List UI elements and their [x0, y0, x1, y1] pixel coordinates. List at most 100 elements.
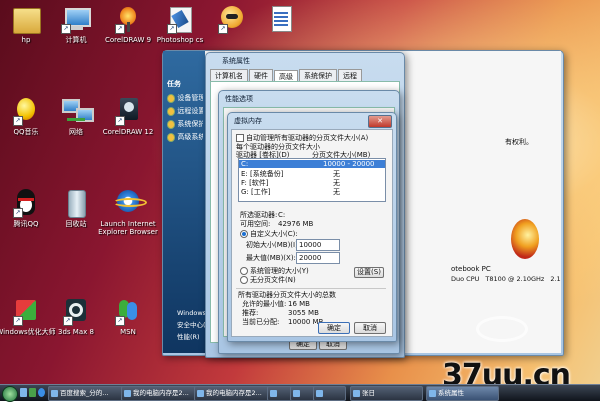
taskbar-item-active[interactable]: 系统属性 [426, 386, 499, 401]
free-space-label: 可用空间: [240, 220, 271, 228]
free-space-row: 可用空间: 42976 MB [240, 219, 313, 229]
computer-icon: ↗ [59, 4, 93, 34]
taskbar-item[interactable]: 我的电脑内存是2... [121, 386, 204, 401]
desktop-icon-internet-explorer[interactable]: Launch Internet Explorer Browser [98, 188, 158, 236]
taskbar-item-label: 我的电脑内存是2... [206, 389, 262, 397]
internet-explorer-icon[interactable] [38, 388, 45, 397]
taskbar: 百度搜索_分的... 我的电脑内存是2... 我的电脑内存是2... 张日 系统… [0, 384, 600, 402]
drive-name: G: [工作] [241, 188, 271, 196]
vm-cancel-button[interactable]: 取消 [354, 322, 386, 334]
vm-body: 自动管理所有驱动器的分页文件大小(A) 每个驱动器的分页文件大小 驱动器 [卷标… [231, 129, 393, 337]
shield-icon [167, 132, 176, 142]
cpu-label: Duo CPU [451, 275, 480, 283]
taskbar-item-label: 我的电脑内存是2... [133, 389, 189, 397]
min-allowed-value: 16 MB [288, 300, 310, 308]
sidebar-link-security-center[interactable]: 安全中心(S) [177, 319, 205, 329]
word-document-icon [263, 4, 297, 34]
initial-size-label: 初始大小(MB)(I): [246, 241, 301, 249]
max-size-input[interactable]: 20000 [296, 252, 340, 264]
drive-name: C: [241, 160, 249, 168]
taskbar-item-label: 系统属性 [438, 389, 464, 397]
sidebar-link-performance[interactable]: 性能(R) [177, 331, 205, 341]
vm-ok-button[interactable]: 确定 [318, 322, 350, 334]
app-icon [293, 390, 300, 397]
desktop-icon-coreldraw9[interactable]: ↗ CorelDRAW 9 [98, 4, 158, 44]
no-paging-option[interactable]: 无分页文件(N) [240, 275, 296, 285]
msn-icon: ↗ [111, 296, 145, 326]
no-paging-radio[interactable] [240, 276, 248, 284]
cpu-model: T8100 @ 2.10GHz [485, 275, 545, 283]
qq-music-icon: ↗ [9, 96, 43, 126]
custom-size-radio[interactable] [240, 230, 248, 238]
system-managed-radio[interactable] [240, 267, 248, 275]
sidebar-link-advanced[interactable]: 高级系统设置 [167, 132, 203, 142]
taskbar-item[interactable]: 张日 [350, 386, 423, 401]
desktop-icon-label: Launch Internet Explorer Browser [98, 220, 158, 236]
task-sidebar: 任务 设备管理器 远程设置 系统保护 高级系统设置 Windows Update… [163, 51, 205, 353]
close-icon[interactable]: ✕ [368, 115, 392, 128]
quick-launch [20, 388, 46, 398]
windows-logo-icon [505, 219, 563, 263]
drive-row[interactable]: F: [软件] 无 [239, 178, 385, 187]
coreldraw-icon: ↗ [111, 4, 145, 34]
auto-manage-checkbox[interactable] [236, 134, 244, 142]
desktop-icon-coreldraw12[interactable]: ↗ CorelDRAW 12 [98, 96, 158, 136]
sidebar-link-device-manager[interactable]: 设备管理器 [167, 93, 203, 103]
desktop-icon-computer[interactable]: ↗ 计算机 [46, 4, 106, 44]
desktop-icon-msn[interactable]: ↗ MSN [98, 296, 158, 336]
copyright-text: 有权利。 [505, 138, 533, 146]
windows-optimizer-icon: ↗ [9, 296, 43, 326]
custom-size-option[interactable]: 自定义大小(C): [240, 229, 298, 239]
sidebar-link-windows-update[interactable]: Windows Update [177, 309, 205, 317]
desktop-icon-label: 3ds Max 8 [58, 328, 94, 336]
shield-icon [167, 119, 176, 129]
switch-windows-icon[interactable] [29, 388, 36, 397]
sidebar-title: 任务 [167, 80, 181, 88]
window-controls: ✕ [368, 115, 392, 128]
app-icon [51, 390, 58, 397]
dialog-titlebar: 虚拟内存 ✕ [228, 113, 396, 129]
max-size-label: 最大值(MB)(X): [246, 254, 296, 262]
drive-row[interactable]: C: 10000 - 20000 [239, 160, 385, 168]
drive-size: 10000 - 20000 [323, 160, 375, 168]
app-icon [353, 390, 360, 397]
desktop: hp ↗ 计算机 ↗ CorelDRAW 9 ↗ Photoshop cs ↗ [0, 0, 600, 402]
desktop-icon-label: CorelDRAW 9 [104, 36, 152, 44]
system-managed-label: 系统管理的大小(Y) [250, 267, 309, 275]
desktop-icon-label: 计算机 [65, 36, 87, 44]
desktop-icon-label: 回收站 [65, 220, 87, 228]
desktop-icon-label: Photoshop cs [156, 36, 204, 44]
drive-row[interactable]: G: [工作] 无 [239, 187, 385, 196]
desktop-icon-3dsmax[interactable]: ↗ 3ds Max 8 [46, 296, 106, 336]
taskbar-item[interactable] [313, 386, 346, 401]
dialog-titlebar: 性能选项 [219, 91, 399, 107]
desktop-icon-network[interactable]: 网络 [46, 96, 106, 136]
drive-list[interactable]: C: 10000 - 20000 E: [系统备份] 无 F: [软件] 无 G… [238, 158, 386, 202]
coreldraw-icon: ↗ [111, 96, 145, 126]
recycle-bin-icon [59, 188, 93, 218]
sidebar-link-remote[interactable]: 远程设置 [167, 106, 203, 116]
show-desktop-icon[interactable] [20, 388, 27, 397]
app-icon [429, 390, 436, 397]
taskbar-item[interactable]: 我的电脑内存是2... [194, 386, 277, 401]
recommended-value: 3055 MB [288, 309, 319, 317]
internet-explorer-icon [111, 188, 147, 218]
divider [236, 288, 386, 289]
initial-size-input[interactable]: 10000 [296, 239, 340, 251]
sidebar-link-system-protection[interactable]: 系统保护 [167, 119, 203, 129]
selected-drive-value: C: [278, 211, 286, 219]
drive-row[interactable]: E: [系统备份] 无 [239, 169, 385, 178]
dialog-title: 性能选项 [225, 95, 253, 103]
auto-manage-label: 自动管理所有驱动器的分页文件大小(A) [246, 134, 369, 142]
watermark-logo [470, 316, 590, 342]
desktop-icon-recycle-bin[interactable]: 回收站 [46, 188, 106, 228]
shield-icon [167, 93, 176, 103]
set-button[interactable]: 设置(S) [354, 267, 384, 278]
desktop-icon-word-document[interactable] [250, 4, 310, 36]
taskbar-item[interactable]: 百度搜索_分的... [48, 386, 131, 401]
cpu-speed: 2.10 GHz [550, 275, 561, 283]
max-size-row: 最大值(MB)(X): 20000 [246, 252, 340, 264]
allocated-label: 当前已分配: [242, 318, 280, 326]
app-icon [197, 390, 204, 397]
taskbar-item-label: 百度搜索_分的... [60, 389, 109, 397]
